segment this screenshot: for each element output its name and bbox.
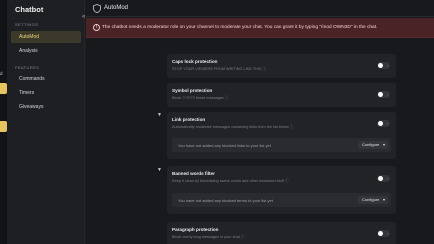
sidebar-section-features: FEATURES	[15, 65, 40, 70]
main-content: AutoMod ! The chatbot needs a moderator …	[86, 0, 434, 244]
app-rail: d	[0, 0, 7, 244]
card-title: Symbol protection	[172, 88, 213, 93]
link-protection-toggle[interactable]: ›	[377, 120, 390, 127]
expand-caret-icon[interactable]: ▼	[157, 167, 162, 173]
symbol-protection-toggle[interactable]: ›	[377, 91, 390, 98]
chevron-down-icon: ▾	[382, 142, 385, 147]
toggle-knob	[378, 121, 383, 126]
link-protection-card: Link protection Automatically moderate m…	[167, 112, 396, 159]
blocked-terms-panel: You have not added any blocked terms to …	[172, 193, 391, 207]
card-title: Paragraph protection	[172, 227, 219, 232]
page-header: AutoMod	[86, 0, 434, 17]
alert-message: The chatbot needs a moderator role on yo…	[102, 25, 378, 30]
card-subtitle: Keep it clean by blocklisting swear word…	[172, 179, 289, 183]
warning-circle-icon: !	[93, 24, 100, 31]
sidebar: Chatbot SETTINGS AutoMod Analysis FEATUR…	[7, 0, 85, 244]
rail-notification-chip[interactable]	[0, 121, 7, 132]
empty-state-text: You have not added any blocked links to …	[178, 142, 271, 148]
card-subtitle: STOP YOUR VIEWERS FROM WRITING LIKE THIS…	[172, 67, 267, 71]
card-subtitle: Block ??!!?!?! these messages ⓘ	[172, 96, 229, 100]
page-title: AutoMod	[104, 5, 129, 11]
toggle-knob	[378, 92, 383, 97]
shield-icon	[93, 4, 101, 13]
sidebar-item-automod[interactable]: AutoMod	[11, 31, 81, 43]
card-title: Banned words filter	[172, 171, 215, 176]
card-subtitle: Automatically moderate messages containi…	[172, 125, 294, 129]
rail-notification-chip[interactable]	[0, 83, 7, 94]
sidebar-item-analysis[interactable]: Analysis	[11, 45, 81, 57]
sidebar-item-commands[interactable]: Commands	[11, 73, 81, 85]
toggle-knob	[378, 231, 383, 236]
blocked-links-panel: You have not added any blocked links to …	[172, 138, 391, 152]
symbol-protection-card: Symbol protection Block ??!!?!?! these m…	[167, 83, 396, 107]
card-subtitle: Block overly long messages in your chat …	[172, 235, 245, 239]
chevron-down-icon: ▾	[382, 197, 385, 202]
toggle-knob	[378, 63, 383, 68]
sidebar-title: Chatbot	[15, 5, 44, 14]
paragraph-protection-card: Paragraph protection Block overly long m…	[167, 222, 396, 244]
configure-terms-button[interactable]: Configure ▾	[358, 196, 388, 204]
toggle-knob	[378, 176, 383, 181]
banned-words-filter-card: Banned words filter Keep it clean by blo…	[167, 166, 396, 214]
configure-links-button[interactable]: Configure ▾	[358, 141, 388, 149]
paragraph-protection-toggle[interactable]: ›	[377, 230, 390, 237]
moderator-role-alert: ! The chatbot needs a moderator role on …	[86, 18, 434, 38]
banned-words-toggle[interactable]: ›	[377, 175, 390, 182]
caps-lock-protection-card: Caps lock protection STOP YOUR VIEWERS F…	[167, 54, 396, 78]
card-title: Link protection	[172, 117, 206, 122]
card-title: Caps lock protection	[172, 59, 218, 64]
sidebar-section-settings: SETTINGS	[15, 22, 39, 27]
sidebar-item-timers[interactable]: Timers	[11, 87, 81, 99]
caps-lock-toggle[interactable]: ›	[377, 62, 390, 69]
chevrons-left-icon[interactable]: «	[82, 14, 85, 20]
empty-state-text: You have not added any blocked terms to …	[178, 197, 273, 203]
sidebar-item-giveaways[interactable]: Giveaways	[11, 101, 81, 113]
expand-caret-icon[interactable]: ▼	[157, 112, 162, 118]
rail-label: d	[0, 71, 3, 76]
